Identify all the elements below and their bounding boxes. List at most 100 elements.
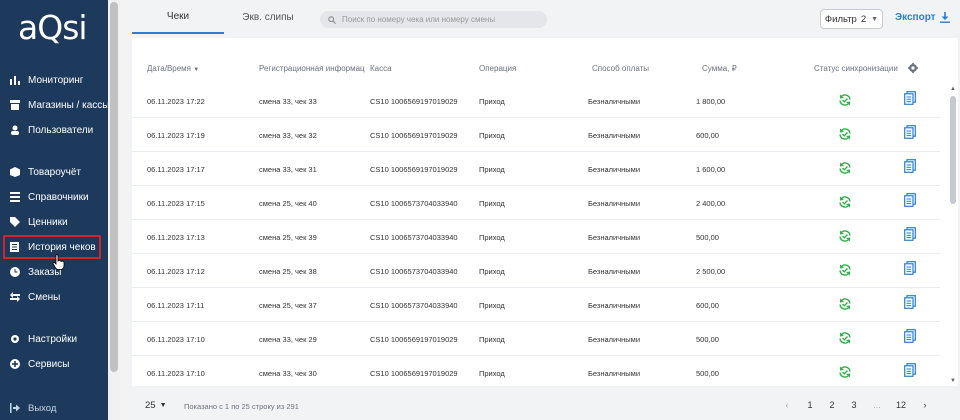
sync-ok-icon [839,298,851,310]
page-button-2[interactable]: 2 [825,400,839,410]
gear-icon[interactable] [908,63,918,73]
logout-button[interactable]: Выход [0,396,108,420]
main-content: Чеки Экв. слипы Фильтр 2 ▼ Экспорт Дата/… [120,0,960,420]
column-header-sync-status[interactable]: Статус синхронизации [814,64,898,73]
table-row[interactable]: 06.11.2023 17:17 смена 33, чек 31 CS10 100… [132,152,940,186]
sidebar-item-label: Сервисы [28,358,70,370]
page-button-3[interactable]: 3 [847,400,861,410]
sidebar-item-label: Справочники [28,191,89,203]
logout-icon [10,403,20,413]
scroll-up-arrow-icon[interactable]: ▲ [949,86,957,94]
box-icon [10,167,20,177]
scroll-down-arrow-icon[interactable]: ▼ [949,378,957,386]
table-row[interactable]: 06.11.2023 17:10 смена 33, чек 30 CS10 100… [132,356,940,386]
sidebar-item-services[interactable]: Сервисы [0,352,108,376]
table-row[interactable]: 06.11.2023 17:15 смена 25, чек 40 CS10 100… [132,186,940,220]
receipt-document-icon[interactable] [904,227,916,241]
sidebar-item-stores[interactable]: Магазины / кассы [0,93,110,117]
cell-reg: смена 33, чек 33 [259,97,317,106]
export-button[interactable]: Экспорт [895,12,950,23]
hand-cursor-icon [52,254,65,270]
table-row[interactable]: 06.11.2023 17:19 смена 33, чек 32 CS10 100… [132,118,940,152]
sidebar-item-references[interactable]: Справочники [0,185,108,209]
sidebar-item-label: Настройки [28,333,78,345]
cell-sum: 2 400,00 [696,199,726,208]
receipt-document-icon[interactable] [904,125,916,139]
column-header-payment[interactable]: Способ оплаты [592,64,649,73]
receipt-document-icon[interactable] [904,91,916,105]
cell-operation: Приход [479,199,505,208]
receipt-document-icon[interactable] [904,363,916,377]
page-next-button[interactable]: › [918,400,932,410]
cell-payment: Безналичными [588,369,641,378]
column-header-sum[interactable]: Сумма, ₽ [702,64,737,73]
column-header-label: Дата/Время [147,64,192,73]
sidebar-item-users[interactable]: Пользователи [0,118,108,142]
receipt-document-icon[interactable] [904,159,916,173]
page-prev-button[interactable]: ‹ [780,400,794,410]
sidebar: aQsi Мониторинг Магазины / кассы Пользов… [0,0,110,420]
cell-sum: 500,00 [696,335,719,344]
column-header-kassa[interactable]: Касса [370,64,392,73]
cell-reg: смена 33, чек 32 [259,131,317,140]
cell-payment: Безналичными [588,131,641,140]
sidebar-scrollbar-thumb[interactable] [110,2,118,372]
table-scrollbar-thumb[interactable] [950,96,956,204]
rows-shown-info: Показано с 1 по 25 строку из 291 [184,402,299,411]
gear-icon [10,334,20,344]
cell-kassa: CS10 1006569197019029 [370,369,458,378]
search-input[interactable] [342,15,542,24]
table-row[interactable]: 06.11.2023 17:22 смена 33, чек 33 CS10 100… [132,84,940,118]
toolbar: Чеки Экв. слипы Фильтр 2 ▼ Экспорт [120,0,960,38]
table-row[interactable]: 06.11.2023 17:13 смена 25, чек 39 CS10 100… [132,220,940,254]
filter-button[interactable]: Фильтр 2 ▼ [820,9,883,29]
table-scrollbar[interactable]: ▲ ▼ [948,86,958,386]
bar-chart-icon [10,75,20,85]
sidebar-item-settings[interactable]: Настройки [0,327,108,351]
cell-operation: Приход [479,233,505,242]
cell-kassa: CS10 1006573704033940 [370,233,458,242]
page-size-value: 25 [145,400,156,411]
cell-reg: смена 25, чек 38 [259,267,317,276]
logo[interactable]: aQsi [18,8,88,47]
table-row[interactable]: 06.11.2023 17:11 смена 25, чек 37 CS10 100… [132,288,940,322]
page-size-select[interactable]: 25 ▼ [145,400,167,411]
cell-payment: Безналичными [588,199,641,208]
cell-kassa: CS10 1006573704033940 [370,267,458,276]
cell-sum: 600,00 [696,301,719,310]
tab-receipts[interactable]: Чеки [132,0,224,34]
tab-equivalent-slips[interactable]: Экв. слипы [224,0,312,34]
sidebar-item-label: Ценники [28,216,68,228]
table-row[interactable]: 06.11.2023 17:12 смена 25, чек 38 CS10 100… [132,254,940,288]
cell-sum: 1 600,00 [696,165,726,174]
cell-datetime: 06.11.2023 17:10 [147,369,205,378]
sidebar-item-label: Пользователи [28,124,94,136]
cell-datetime: 06.11.2023 17:10 [147,335,205,344]
sidebar-item-shifts[interactable]: Смены [0,285,108,309]
sidebar-scrollbar[interactable] [108,0,120,420]
column-header-operation[interactable]: Операция [479,64,516,73]
receipt-document-icon[interactable] [904,329,916,343]
table-row[interactable]: 06.11.2023 17:10 смена 33, чек 29 CS10 100… [132,322,940,356]
sync-ok-icon [839,196,851,208]
sidebar-item-price-tags[interactable]: Ценники [0,210,108,234]
sidebar-item-monitoring[interactable]: Мониторинг [0,68,108,92]
cell-kassa: CS10 1006573704033940 [370,199,458,208]
cell-datetime: 06.11.2023 17:13 [147,233,205,242]
page-button-1[interactable]: 1 [803,400,817,410]
receipt-document-icon[interactable] [904,295,916,309]
column-header-registration[interactable]: Регистрационная информац [259,64,365,73]
cell-datetime: 06.11.2023 17:12 [147,267,205,276]
sidebar-item-label: Магазины / кассы [28,99,110,111]
cell-sum: 500,00 [696,369,719,378]
receipts-table: Дата/Время ▼ Регистрационная информац Ка… [132,38,958,386]
sidebar-item-inventory[interactable]: Товароучёт [0,160,108,184]
page-button-12[interactable]: 12 [894,400,908,410]
column-header-datetime[interactable]: Дата/Время ▼ [147,64,199,73]
receipt-document-icon[interactable] [904,261,916,275]
cell-datetime: 06.11.2023 17:15 [147,199,205,208]
cell-datetime: 06.11.2023 17:22 [147,97,205,106]
cell-reg: смена 33, чек 31 [259,165,317,174]
receipt-document-icon[interactable] [904,193,916,207]
export-label: Экспорт [895,12,936,23]
